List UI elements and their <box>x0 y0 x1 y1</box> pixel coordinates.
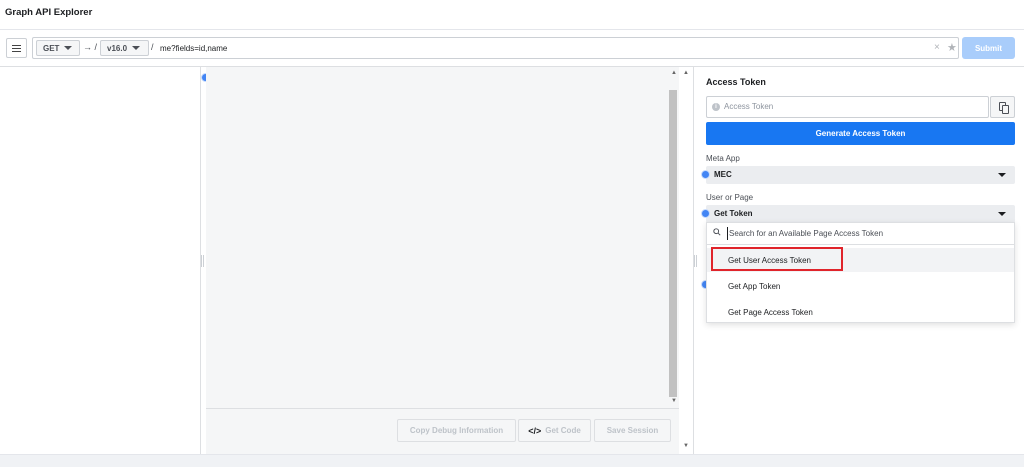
user-or-page-value: Get Token <box>714 209 753 218</box>
chevron-down-icon <box>998 212 1006 216</box>
token-options-menu: Get User Access Token Get App Token Get … <box>706 222 1015 323</box>
footer-bar <box>0 454 1024 467</box>
path-input[interactable] <box>160 41 930 55</box>
chevron-down-icon <box>998 173 1006 177</box>
hamburger-icon <box>12 44 21 46</box>
app-title: Graph API Explorer <box>5 7 93 18</box>
chevron-down-icon <box>64 46 73 50</box>
submit-button[interactable]: Submit <box>962 37 1015 59</box>
get-code-button[interactable]: </> Get Code <box>518 419 591 442</box>
code-icon: </> <box>528 425 542 436</box>
method-select[interactable]: GET <box>36 40 80 56</box>
header-divider <box>0 29 1024 30</box>
meta-app-select[interactable]: MEC <box>706 166 1015 184</box>
path-separator: / <box>151 42 154 52</box>
meta-app-value: MEC <box>714 170 732 179</box>
generate-access-token-button[interactable]: Generate Access Token <box>706 122 1015 145</box>
scroll-up-icon[interactable]: ▲ <box>683 70 689 76</box>
info-icon: i <box>712 103 720 111</box>
copy-debug-label: Copy Debug Information <box>409 426 504 435</box>
token-search-row <box>707 223 1014 245</box>
save-session-label: Save Session <box>606 426 659 435</box>
version-select[interactable]: v16.0 <box>100 40 149 56</box>
save-session-button[interactable]: Save Session <box>594 419 671 442</box>
response-scrollbar[interactable] <box>669 90 677 397</box>
field-tree-pane <box>0 67 200 454</box>
chevron-down-icon <box>132 46 141 50</box>
hamburger-menu-button[interactable] <box>6 38 27 58</box>
resize-handle-right[interactable] <box>694 255 697 267</box>
tour-dot-icon[interactable] <box>702 171 709 178</box>
arrow-separator: → / <box>83 42 98 52</box>
menu-item-label: Get App Token <box>728 281 781 291</box>
tour-dot-icon[interactable] <box>702 210 709 217</box>
scroll-up-icon[interactable]: ▲ <box>671 70 677 76</box>
access-token-title: Access Token <box>706 77 766 87</box>
menu-item-app-token[interactable]: Get App Token <box>707 274 1014 298</box>
menu-item-label: Get Page Access Token <box>728 307 813 317</box>
meta-app-label: Meta App <box>706 154 740 163</box>
scroll-down-icon[interactable]: ▼ <box>683 443 689 449</box>
get-code-label: Get Code <box>545 426 581 435</box>
token-search-input[interactable] <box>727 227 1007 240</box>
version-label: v16.0 <box>107 43 128 53</box>
menu-item-page-token[interactable]: Get Page Access Token <box>707 300 1014 324</box>
highlight-box <box>711 247 843 271</box>
access-token-placeholder: Access Token <box>724 102 774 111</box>
star-icon[interactable]: ★ <box>947 41 957 54</box>
method-label: GET <box>43 43 60 53</box>
search-icon <box>713 228 721 236</box>
user-or-page-select[interactable]: Get Token <box>706 205 1015 223</box>
user-or-page-label: User or Page <box>706 193 754 202</box>
copy-debug-button[interactable]: Copy Debug Information <box>397 419 516 442</box>
scroll-down-icon[interactable]: ▼ <box>671 398 677 404</box>
resize-handle-left[interactable] <box>201 255 204 267</box>
copy-token-button[interactable] <box>990 96 1015 118</box>
response-pane <box>206 67 679 408</box>
access-token-field[interactable]: i Access Token <box>706 96 989 118</box>
clear-icon[interactable]: × <box>934 42 940 53</box>
request-bar: GET → / v16.0 / × ★ <box>32 37 959 59</box>
